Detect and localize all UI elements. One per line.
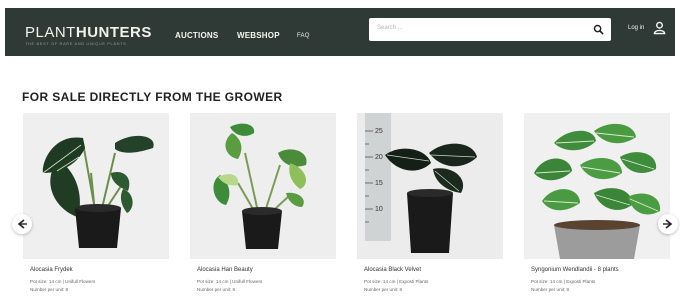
top-navbar: PLANTHUNTERS THE BEST OF RARE AND UNIQUE…	[5, 8, 675, 56]
logo-tagline: THE BEST OF RARE AND UNIQUE PLANTS	[25, 41, 127, 46]
product-name[interactable]: Alocasia Frydek	[30, 267, 73, 273]
ruler-tick-20: 20	[375, 154, 383, 161]
product-meta: Pot size: 14 cm | Exposti Plants	[531, 279, 596, 284]
carousel-next-button[interactable]	[658, 214, 678, 234]
chevron-left-icon	[17, 219, 27, 229]
login-link[interactable]: Log in	[628, 25, 644, 31]
product-meta: Number per unit: 8	[197, 287, 236, 292]
product-meta: Pot size: 14 cm | Unifull Flowers	[197, 279, 263, 284]
product-name[interactable]: Alocasia Han Beauty	[197, 267, 253, 273]
product-image[interactable]: 25 20 15 10	[357, 113, 503, 259]
plant-photo-alocasia-frydek	[23, 113, 169, 259]
product-image[interactable]	[23, 113, 169, 259]
plant-photo-alocasia-black-velvet: 25 20 15 10	[357, 113, 503, 259]
product-meta: Number per unit: 8	[531, 287, 570, 292]
nav-auctions[interactable]: AUCTIONS	[175, 31, 218, 40]
ruler-tick-10: 10	[375, 206, 383, 213]
ruler-tick-15: 15	[375, 180, 383, 187]
page: PLANTHUNTERS THE BEST OF RARE AND UNIQUE…	[0, 0, 680, 296]
product-card[interactable]: Alocasia Han Beauty Pot size: 14 cm | Un…	[190, 113, 336, 296]
chevron-right-icon	[663, 219, 673, 229]
product-meta: Pot size: 14 cm | Exposti Plants	[364, 279, 429, 284]
plant-photo-alocasia-han-beauty	[190, 113, 336, 259]
product-card[interactable]: Alocasia Frydek Pot size: 14 cm | Uniful…	[23, 113, 169, 296]
carousel-prev-button[interactable]	[12, 214, 32, 234]
product-meta: Number per unit: 8	[30, 287, 69, 292]
product-name[interactable]: Syngonium Wendlandii - 8 plants	[531, 267, 619, 273]
search-input[interactable]: Search ...	[377, 25, 403, 31]
product-image[interactable]	[524, 113, 670, 259]
logo-hunters: HUNTERS	[75, 24, 152, 41]
product-card[interactable]: Syngonium Wendlandii - 8 plants Pot size…	[524, 113, 670, 296]
product-card[interactable]: 25 20 15 10 Alocasia Black Velvet Pot si…	[357, 113, 503, 296]
site-logo[interactable]: PLANTHUNTERS	[25, 24, 152, 41]
logo-plant: PLANT	[25, 24, 76, 41]
section-title: FOR SALE DIRECTLY FROM THE GROWER	[22, 90, 283, 104]
search-icon[interactable]	[593, 24, 604, 35]
plant-photo-syngonium-wendlandii	[524, 113, 670, 259]
product-image[interactable]	[190, 113, 336, 259]
search-box[interactable]: Search ...	[369, 18, 611, 41]
product-meta: Pot size: 14 cm | Unifull Flowers	[30, 279, 96, 284]
product-meta: Number per unit: 8	[364, 287, 403, 292]
user-icon[interactable]	[653, 21, 666, 35]
ruler-tick-25: 25	[375, 128, 383, 135]
nav-webshop[interactable]: WEBSHOP	[237, 31, 280, 40]
nav-faq[interactable]: FAQ	[297, 33, 310, 39]
product-name[interactable]: Alocasia Black Velvet	[364, 267, 421, 273]
